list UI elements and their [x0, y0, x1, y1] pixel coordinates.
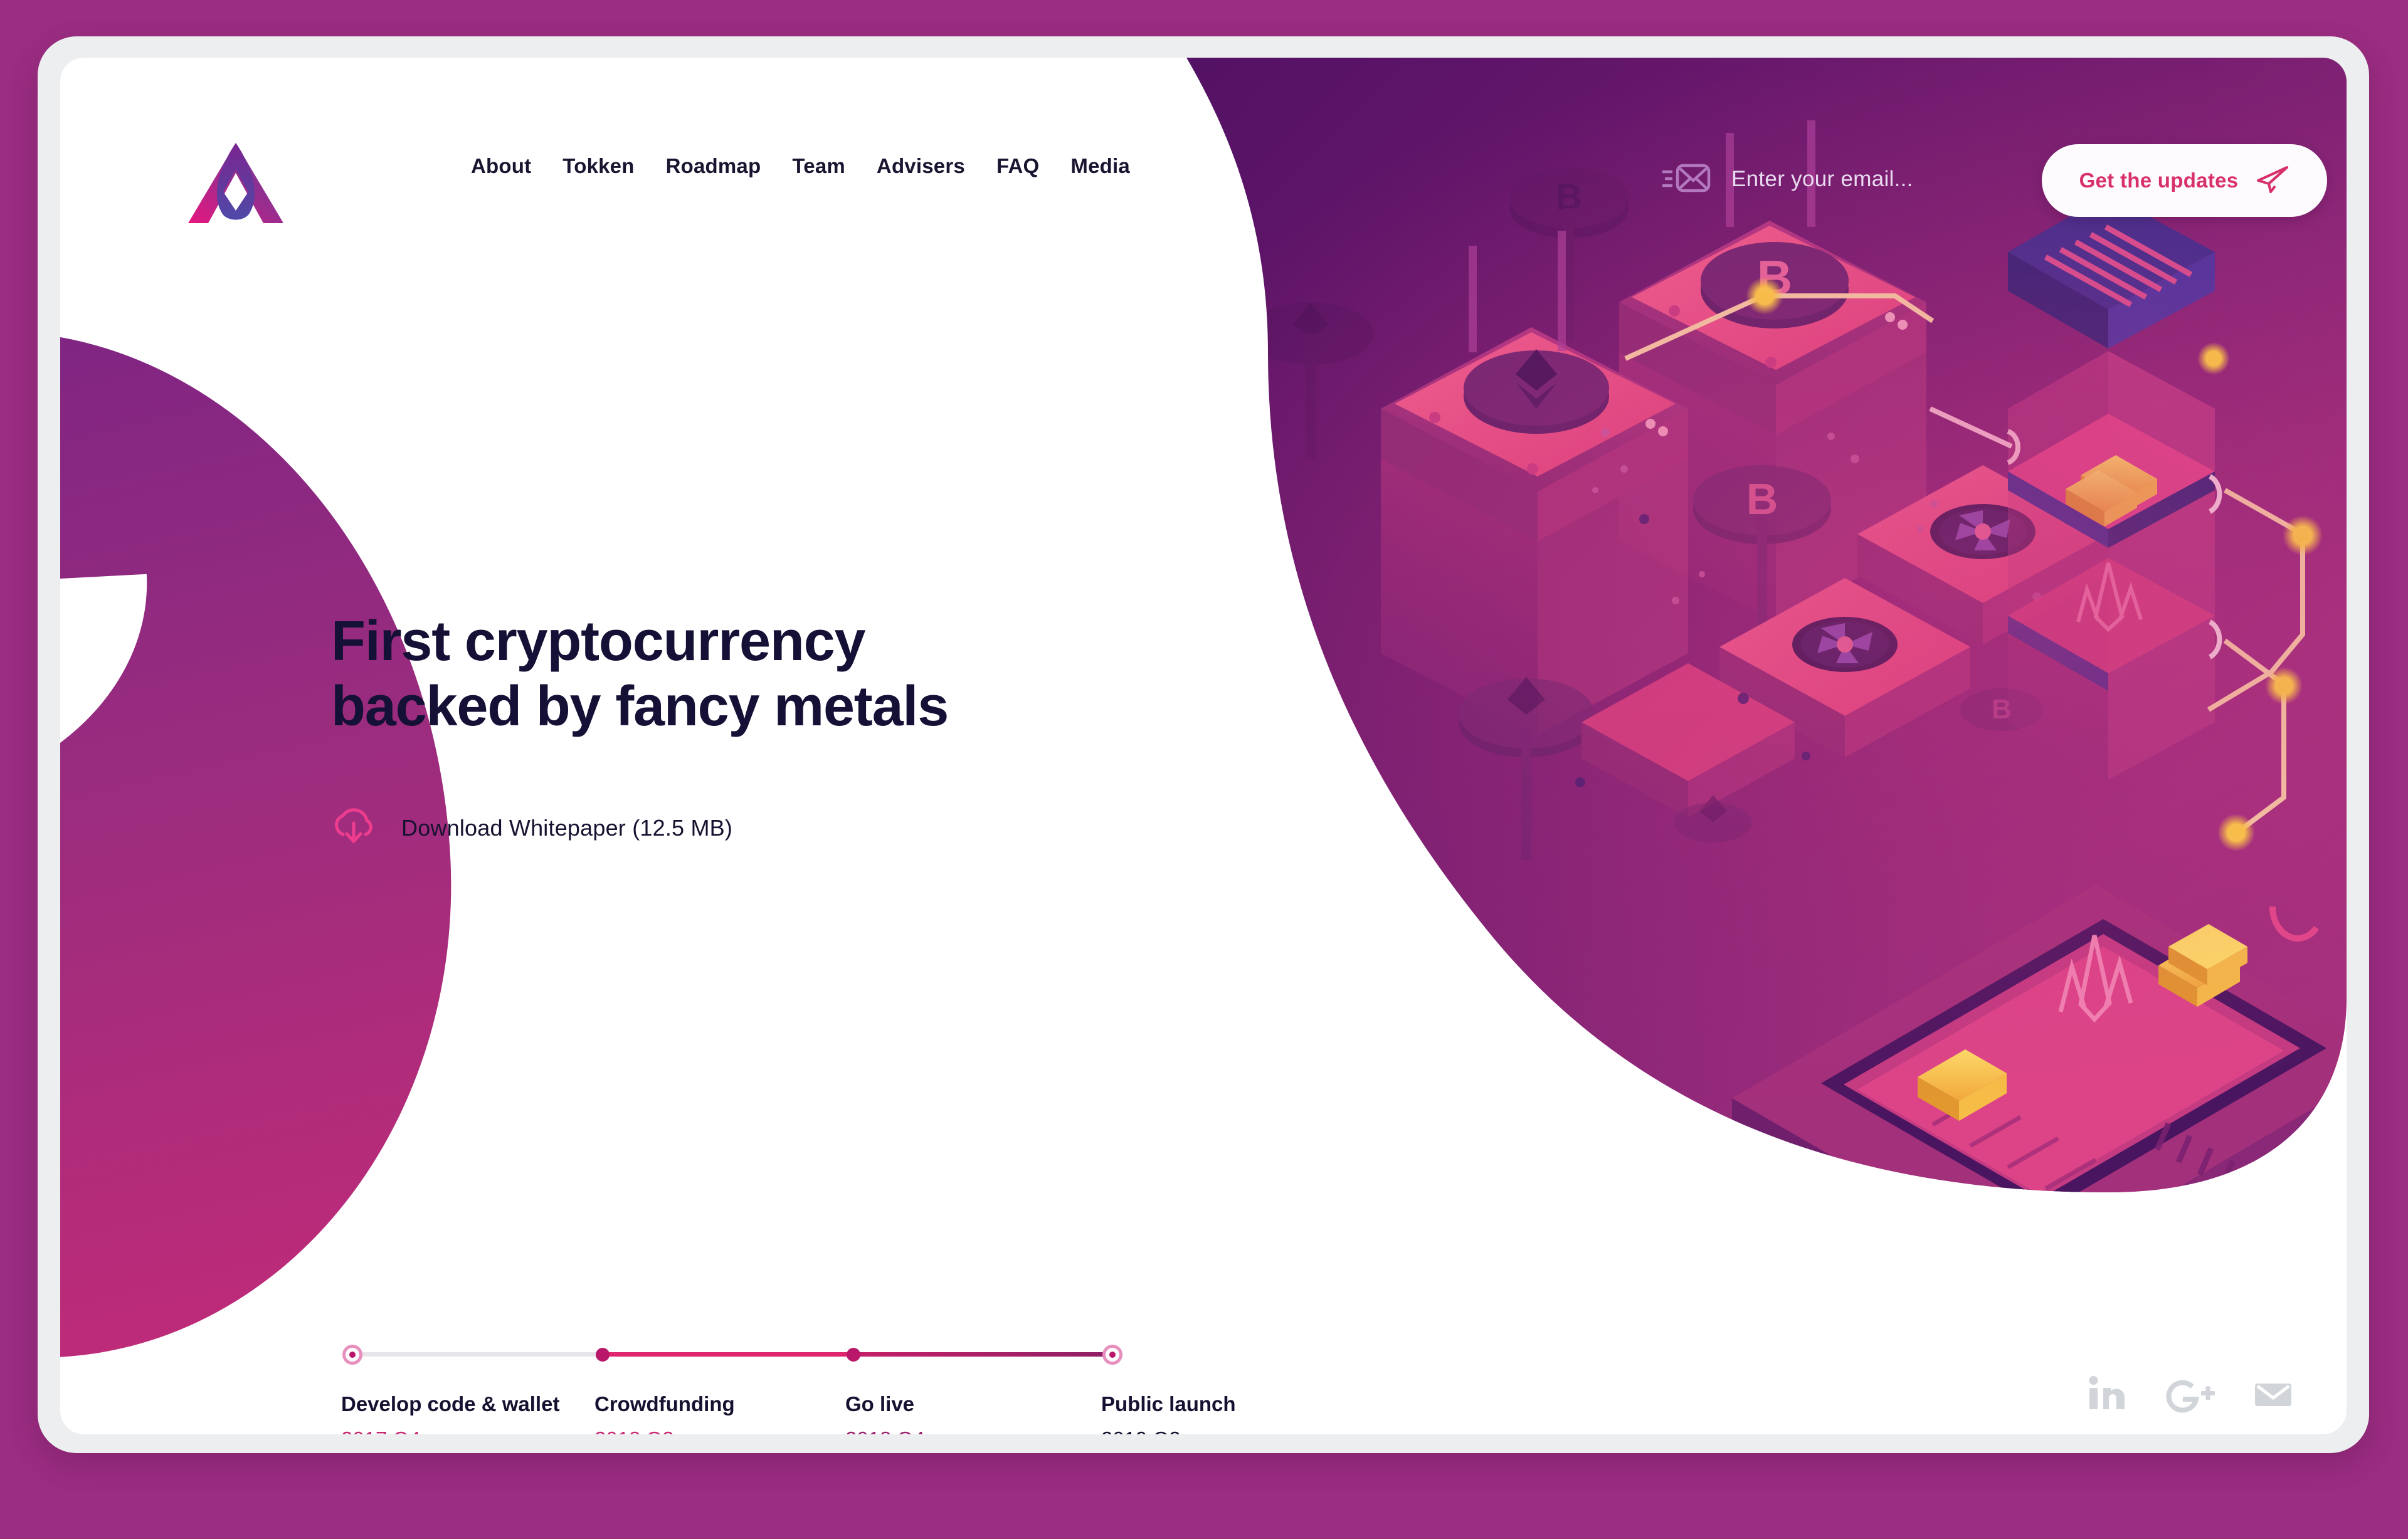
timeline-segment-3: [852, 1352, 1111, 1357]
headline-line-2: backed by fancy metals: [331, 675, 949, 738]
download-whitepaper-link[interactable]: Download Whitepaper (12.5 MB): [331, 807, 732, 849]
timeline-dot-4[interactable]: [1102, 1345, 1122, 1365]
email-subscribe-group: Enter your email...: [1662, 158, 1913, 200]
roadmap-timeline: Develop code & wallet 2017 Q4 Crowdfundi…: [341, 1345, 1236, 1434]
milestone-title: Go live: [845, 1392, 915, 1416]
milestone-quarter: 2018 Q4: [845, 1427, 925, 1434]
nav-item-team[interactable]: Team: [776, 154, 861, 178]
top-navigation-bar: About Tokken Roadmap Team Advisers FAQ M…: [60, 139, 2347, 227]
paper-plane-icon: [2254, 164, 2289, 198]
nav-item-faq[interactable]: FAQ: [981, 154, 1055, 178]
nav-item-tokken[interactable]: Tokken: [547, 154, 650, 178]
milestone-1: Develop code & wallet 2017 Q4: [341, 1392, 559, 1434]
milestone-quarter: 2019 Q2: [1101, 1427, 1236, 1434]
get-updates-button[interactable]: Get the updates: [2042, 144, 2327, 217]
milestone-title: Develop code & wallet: [341, 1392, 560, 1416]
blob-notch: [60, 574, 158, 801]
hero-heading-block: First cryptocurrency backed by fancy met…: [331, 609, 1115, 739]
svg-text:B: B: [1757, 250, 1792, 305]
cloud-download-icon: [331, 807, 376, 849]
svg-text:B: B: [1992, 694, 2012, 725]
timeline-dot-3[interactable]: [847, 1348, 860, 1362]
timeline-segment-1: [351, 1352, 601, 1357]
nav-item-about[interactable]: About: [455, 154, 547, 178]
envelope-icon: [1662, 158, 1711, 200]
milestone-quarter: 2017 Q4: [341, 1427, 559, 1434]
main-menu: About Tokken Roadmap Team Advisers FAQ M…: [455, 154, 1146, 178]
milestone-quarter: 2018 Q3: [594, 1427, 735, 1434]
milestone-4: Public launch 2019 Q2: [1101, 1392, 1236, 1434]
landing-page: B B B B About Tokken Roadmap Team Advise…: [60, 58, 2347, 1434]
timeline-segment-2: [601, 1352, 852, 1357]
google-plus-icon[interactable]: [2163, 1374, 2216, 1416]
headline-line-1: First cryptocurrency: [331, 610, 866, 673]
nav-item-media[interactable]: Media: [1055, 154, 1146, 178]
timeline-dot-1[interactable]: [342, 1345, 362, 1365]
milestone-3: Go live 2018 Q4: [845, 1392, 925, 1434]
hero-purple-shape: B B B B: [917, 58, 2347, 1192]
a-mark-logo-icon[interactable]: [179, 132, 292, 232]
milestone-title: Crowdfunding: [594, 1392, 735, 1416]
svg-text:B: B: [1746, 475, 1778, 523]
timeline-track: [342, 1345, 1151, 1365]
nav-item-advisers[interactable]: Advisers: [861, 154, 981, 178]
nav-item-roadmap[interactable]: Roadmap: [650, 154, 777, 178]
page-title: First cryptocurrency backed by fancy met…: [331, 609, 1115, 739]
email-input[interactable]: Enter your email...: [1731, 167, 1913, 192]
linkedin-icon[interactable]: [2086, 1374, 2127, 1416]
browser-frame: B B B B About Tokken Roadmap Team Advise…: [38, 36, 2369, 1453]
email-icon[interactable]: [2252, 1374, 2294, 1416]
isometric-crypto-illustration: B B B B: [917, 58, 2347, 1192]
milestone-2: Crowdfunding 2018 Q3: [594, 1392, 735, 1434]
social-links: [2086, 1374, 2294, 1416]
milestone-title: Public launch: [1101, 1392, 1236, 1416]
get-updates-label: Get the updates: [2079, 169, 2239, 192]
download-whitepaper-label: Download Whitepaper (12.5 MB): [401, 814, 733, 841]
timeline-dot-2[interactable]: [596, 1348, 610, 1362]
